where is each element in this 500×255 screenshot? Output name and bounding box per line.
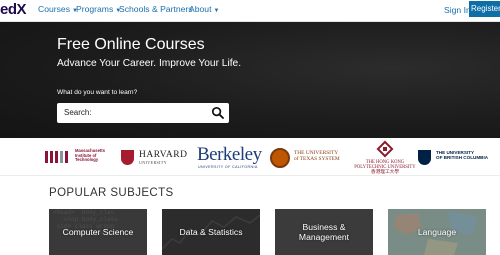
- top-navigation: edX Courses ▼ Programs ▼ Schools & Partner…: [0, 0, 500, 22]
- search-label: What do you want to learn?: [57, 89, 138, 96]
- sign-in-link[interactable]: Sign In: [444, 5, 471, 15]
- ubc-logo[interactable]: THE UNIVERSITY OF BRITISH COLUMBIA: [418, 138, 500, 176]
- hkpolyu-emblem-icon: [376, 140, 394, 158]
- hero-subtitle: Advance Your Career. Improve Your Life.: [57, 58, 242, 69]
- subject-tile-business-management[interactable]: Business & Management: [275, 209, 373, 255]
- nav-courses[interactable]: Courses ▼: [38, 4, 78, 14]
- hero-banner: Free Online Courses Advance Your Career.…: [0, 22, 500, 138]
- search-input[interactable]: [91, 105, 207, 121]
- mit-mark-icon: [45, 151, 71, 163]
- partner-logos: Massachusetts Institute of Technology HA…: [0, 138, 500, 176]
- nav-schools-partners[interactable]: Schools & Partners: [119, 4, 193, 14]
- popular-subjects-heading: POPULAR SUBJECTS: [49, 187, 174, 199]
- nav-programs[interactable]: Programs ▼: [76, 4, 121, 14]
- harvard-logo[interactable]: HARVARD UNIVERSITY: [121, 138, 193, 176]
- hero-title: Free Online Courses: [57, 36, 205, 53]
- mit-logo[interactable]: Massachusetts Institute of Technology: [45, 138, 107, 176]
- logo-text: edX: [0, 1, 27, 18]
- chevron-down-icon: ▼: [213, 8, 220, 14]
- ut-system-logo[interactable]: THE UNIVERSITY of TEXAS SYSTEM: [270, 138, 345, 176]
- subject-tile-data-statistics[interactable]: Data & Statistics: [162, 209, 260, 255]
- berkeley-logo[interactable]: Berkeley UNIVERSITY OF CALIFORNIA: [197, 138, 265, 176]
- search-icon[interactable]: [211, 106, 225, 120]
- register-button[interactable]: Register: [469, 1, 500, 17]
- harvard-shield-icon: [121, 150, 134, 165]
- hkpolyu-logo[interactable]: THE HONG KONG POLYTECHNIC UNIVERSITY 香港理…: [352, 138, 418, 176]
- search-prefix: Search:: [64, 108, 92, 117]
- subject-tile-language[interactable]: Language: [388, 209, 486, 255]
- search-box: Search:: [57, 103, 229, 123]
- ubc-crest-icon: [418, 150, 431, 165]
- ut-seal-icon: [270, 148, 290, 168]
- subject-tile-computer-science[interactable]: <head> body_clas -shop body_class side c…: [49, 209, 147, 255]
- edx-logo[interactable]: edX: [0, 1, 27, 18]
- nav-about[interactable]: About ▼: [189, 4, 219, 14]
